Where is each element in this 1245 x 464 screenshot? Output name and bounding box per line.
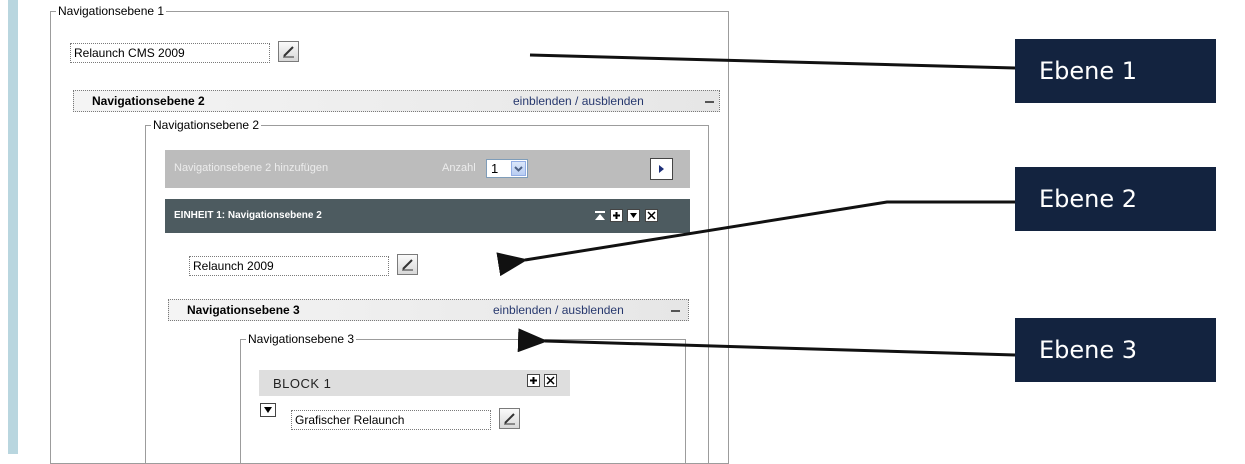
callout-level-3: Ebene 3 — [1015, 318, 1216, 382]
arrow-level-2 — [496, 200, 1015, 277]
callout-level-1: Ebene 1 — [1015, 39, 1216, 103]
arrow-level-3 — [517, 328, 1016, 357]
callout-level-3-label: Ebene 3 — [1039, 336, 1138, 364]
callout-level-2-label: Ebene 2 — [1039, 185, 1138, 213]
arrow-level-1 — [529, 53, 1043, 81]
callout-level-1-label: Ebene 1 — [1039, 57, 1138, 85]
callout-level-2: Ebene 2 — [1015, 167, 1216, 231]
